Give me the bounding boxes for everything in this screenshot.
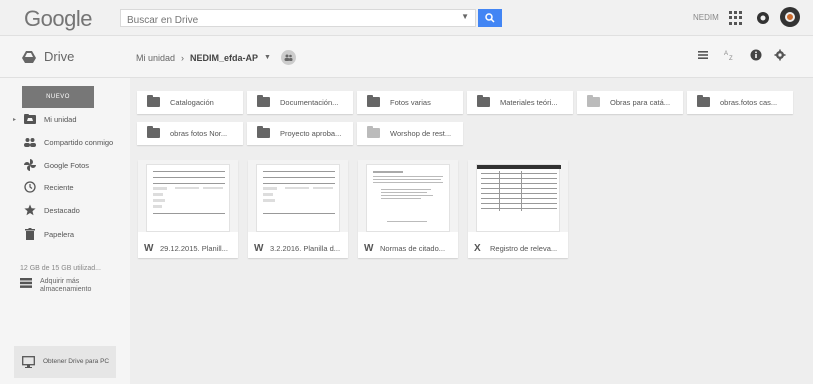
- folder-item[interactable]: Proyecto aproba...: [247, 122, 353, 145]
- gear-icon[interactable]: [774, 49, 786, 61]
- folder-item[interactable]: Obras para catá...: [577, 91, 683, 114]
- file-thumbnail: [358, 160, 458, 232]
- folder-item[interactable]: Documentación...: [247, 91, 353, 114]
- search-button[interactable]: [478, 9, 502, 27]
- folder-icon: [367, 95, 380, 107]
- file-area: Catalogación Documentación... Fotos vari…: [130, 78, 813, 384]
- folder-name: obras fotos Nor...: [170, 129, 228, 138]
- file-card[interactable]: W Normas de citado...: [358, 160, 458, 258]
- folder-name: Materiales teóri...: [500, 98, 558, 107]
- new-button[interactable]: NUEVO: [22, 86, 94, 108]
- search-options-caret-icon[interactable]: ▼: [461, 12, 469, 21]
- folder-name: Worshop de rest...: [390, 129, 452, 138]
- storage-icon: [20, 278, 32, 288]
- storage-usage-text: 12 GB de 15 GB utilizad...: [20, 265, 101, 272]
- file-thumbnail: [468, 160, 568, 232]
- user-name[interactable]: NEDIM: [693, 13, 719, 22]
- drive-toolbar: Drive Mi unidad › NEDIM_efda-AP ▼ AZ: [0, 36, 813, 78]
- sidebar-item-label: Destacado: [44, 205, 80, 215]
- expand-arrow-icon[interactable]: ▸: [13, 116, 16, 123]
- folder-icon: [367, 126, 380, 138]
- folder-icon: [587, 95, 600, 107]
- folder-item[interactable]: obras.fotos cas...: [687, 91, 793, 114]
- sidebar-item-label: Reciente: [44, 182, 74, 192]
- breadcrumb-separator: ›: [181, 52, 185, 63]
- top-bar: Google ▼ NEDIM: [0, 0, 813, 36]
- folder-item[interactable]: Materiales teóri...: [467, 91, 573, 114]
- drive-title: Drive: [44, 49, 75, 64]
- list-view-icon[interactable]: [697, 49, 709, 61]
- word-file-icon: W: [364, 242, 374, 254]
- sidebar-item-trash[interactable]: Papelera: [0, 224, 130, 244]
- folder-name: Catalogación: [170, 98, 214, 107]
- breadcrumb-root[interactable]: Mi unidad: [136, 53, 175, 63]
- sort-az-icon[interactable]: AZ: [724, 49, 736, 61]
- get-drive-label: Obtener Drive para PC: [43, 358, 110, 365]
- sidebar-item-label: Mi unidad: [44, 114, 77, 124]
- file-name: Normas de citado...: [380, 243, 446, 253]
- sidebar-item-label: Google Fotos: [44, 160, 90, 170]
- get-drive-for-pc-button[interactable]: Obtener Drive para PC: [14, 346, 116, 378]
- apps-grid-icon[interactable]: [729, 11, 743, 25]
- file-thumbnail: [138, 160, 238, 232]
- sidebar-item-label: Compartido conmigo: [44, 137, 114, 147]
- monitor-icon: [22, 356, 35, 368]
- sidebar-item-recent[interactable]: Reciente: [0, 177, 130, 197]
- clock-icon: [24, 181, 36, 193]
- folder-item[interactable]: Catalogación: [137, 91, 243, 114]
- sidebar-item-label: Papelera: [44, 229, 75, 239]
- file-name: 3.2.2016. Planilla d...: [270, 243, 341, 253]
- folder-icon: [147, 126, 160, 138]
- breadcrumb: Mi unidad › NEDIM_efda-AP ▼: [136, 50, 296, 65]
- drive-logo-icon: [22, 50, 36, 63]
- folder-name: Fotos varias: [390, 98, 431, 107]
- sidebar-item-photos[interactable]: Google Fotos: [0, 155, 130, 175]
- folder-item[interactable]: Worshop de rest...: [357, 122, 463, 145]
- sidebar-item-my-drive[interactable]: ▸ Mi unidad: [0, 109, 130, 129]
- folder-menu-caret-icon[interactable]: ▼: [264, 54, 271, 61]
- star-icon: [24, 204, 36, 216]
- file-thumbnail: [248, 160, 348, 232]
- file-card[interactable]: W 29.12.2015. Planill...: [138, 160, 238, 258]
- shared-folder-icon[interactable]: [280, 50, 296, 65]
- word-file-icon: W: [254, 242, 264, 254]
- info-icon[interactable]: [750, 49, 762, 61]
- file-name: Registro de releva...: [490, 243, 558, 253]
- word-file-icon: W: [144, 242, 154, 254]
- buy-storage-link[interactable]: Adquirir más almacenamiento: [20, 278, 120, 294]
- breadcrumb-current[interactable]: NEDIM_efda-AP: [190, 53, 258, 63]
- file-card[interactable]: X Registro de releva...: [468, 160, 568, 258]
- sidebar: NUEVO ▸ Mi unidad Compartido conmigo Goo…: [0, 78, 130, 384]
- sidebar-item-shared[interactable]: Compartido conmigo: [0, 132, 130, 152]
- buy-storage-label: Adquirir más almacenamiento: [40, 278, 92, 293]
- file-name: 29.12.2015. Planill...: [160, 243, 228, 253]
- sidebar-item-starred[interactable]: Destacado: [0, 200, 130, 220]
- folder-name: Proyecto aproba...: [280, 129, 342, 138]
- folder-icon: [257, 126, 270, 138]
- file-card[interactable]: W 3.2.2016. Planilla d...: [248, 160, 348, 258]
- people-icon: [24, 136, 36, 148]
- svg-text:A: A: [724, 51, 728, 57]
- folder-drive-icon: [24, 113, 36, 125]
- folder-icon: [147, 95, 160, 107]
- search-input[interactable]: [121, 12, 451, 29]
- folder-icon: [257, 95, 270, 107]
- folder-icon: [697, 95, 710, 107]
- folder-item[interactable]: obras fotos Nor...: [137, 122, 243, 145]
- folder-name: Obras para catá...: [610, 98, 671, 107]
- notifications-icon[interactable]: [755, 10, 771, 26]
- folder-name: obras.fotos cas...: [720, 98, 778, 107]
- avatar[interactable]: [780, 7, 800, 27]
- trash-icon: [24, 228, 36, 240]
- pinwheel-icon: [24, 159, 36, 171]
- search-icon: [485, 13, 495, 23]
- folder-icon: [477, 95, 490, 107]
- excel-file-icon: X: [474, 242, 481, 254]
- svg-text:Z: Z: [729, 56, 733, 61]
- google-logo[interactable]: Google: [24, 6, 92, 32]
- search-box[interactable]: ▼: [120, 9, 476, 29]
- folder-name: Documentación...: [280, 98, 339, 107]
- drive-brand[interactable]: Drive: [22, 49, 74, 64]
- folder-item[interactable]: Fotos varias: [357, 91, 463, 114]
